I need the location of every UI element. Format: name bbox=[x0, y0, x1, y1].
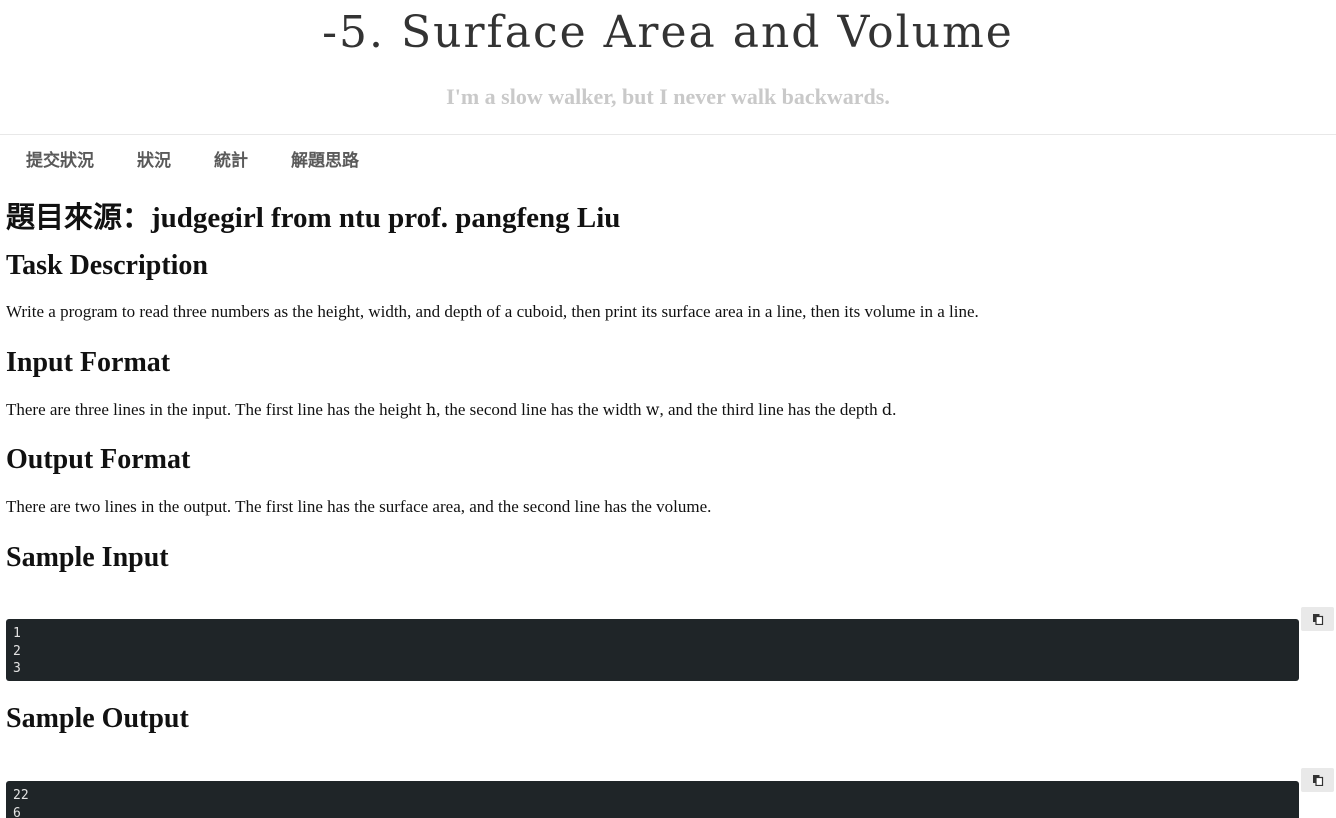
input-text-part-2: , the second line has the width bbox=[436, 400, 646, 419]
input-text-part-1: There are three lines in the input. The … bbox=[6, 400, 426, 419]
problem-source-heading: 題目來源：judgegirl from ntu prof. pangfeng L… bbox=[6, 202, 621, 234]
problem-nav: 提交狀況 狀況 統計 解題思路 bbox=[26, 146, 402, 171]
input-format-text: There are three lines in the input. The … bbox=[6, 399, 896, 421]
input-text-part-3: , and the third line has the depth bbox=[659, 400, 882, 419]
output-format-text: There are two lines in the output. The f… bbox=[6, 497, 712, 516]
input-format-heading: Input Format bbox=[6, 347, 171, 378]
sample-output-code[interactable]: 22 6 bbox=[6, 781, 1299, 818]
site-header: -5. Surface Area and Volume I'm a slow w… bbox=[0, 0, 1336, 135]
task-description-heading: Task Description bbox=[6, 250, 209, 281]
problem-content: 題目來源：judgegirl from ntu prof. pangfeng L… bbox=[6, 196, 1300, 734]
site-subtitle: I'm a slow walker, but I never walk back… bbox=[446, 84, 890, 109]
copy-sample-output-button[interactable] bbox=[1301, 768, 1334, 792]
nav-item-status[interactable]: 狀況 bbox=[137, 146, 171, 171]
copy-icon bbox=[1312, 614, 1323, 625]
task-description-text: Write a program to read three numbers as… bbox=[6, 302, 979, 321]
depth-variable: d bbox=[881, 400, 893, 419]
sample-input-heading: Sample Input bbox=[6, 542, 169, 573]
copy-sample-input-button[interactable] bbox=[1301, 607, 1334, 631]
copy-icon bbox=[1312, 775, 1323, 786]
height-variable: h bbox=[425, 400, 437, 419]
sample-output-heading: Sample Output bbox=[6, 703, 189, 734]
nav-item-solution-ideas[interactable]: 解題思路 bbox=[291, 146, 359, 171]
output-format-heading: Output Format bbox=[6, 444, 191, 475]
nav-item-submission-status[interactable]: 提交狀況 bbox=[26, 146, 94, 171]
sample-input-code[interactable]: 1 2 3 bbox=[6, 619, 1299, 681]
width-variable: w bbox=[645, 400, 660, 419]
page-title: -5. Surface Area and Volume bbox=[322, 7, 1014, 58]
input-text-part-4: . bbox=[892, 400, 897, 419]
nav-item-statistics[interactable]: 統計 bbox=[214, 146, 248, 171]
